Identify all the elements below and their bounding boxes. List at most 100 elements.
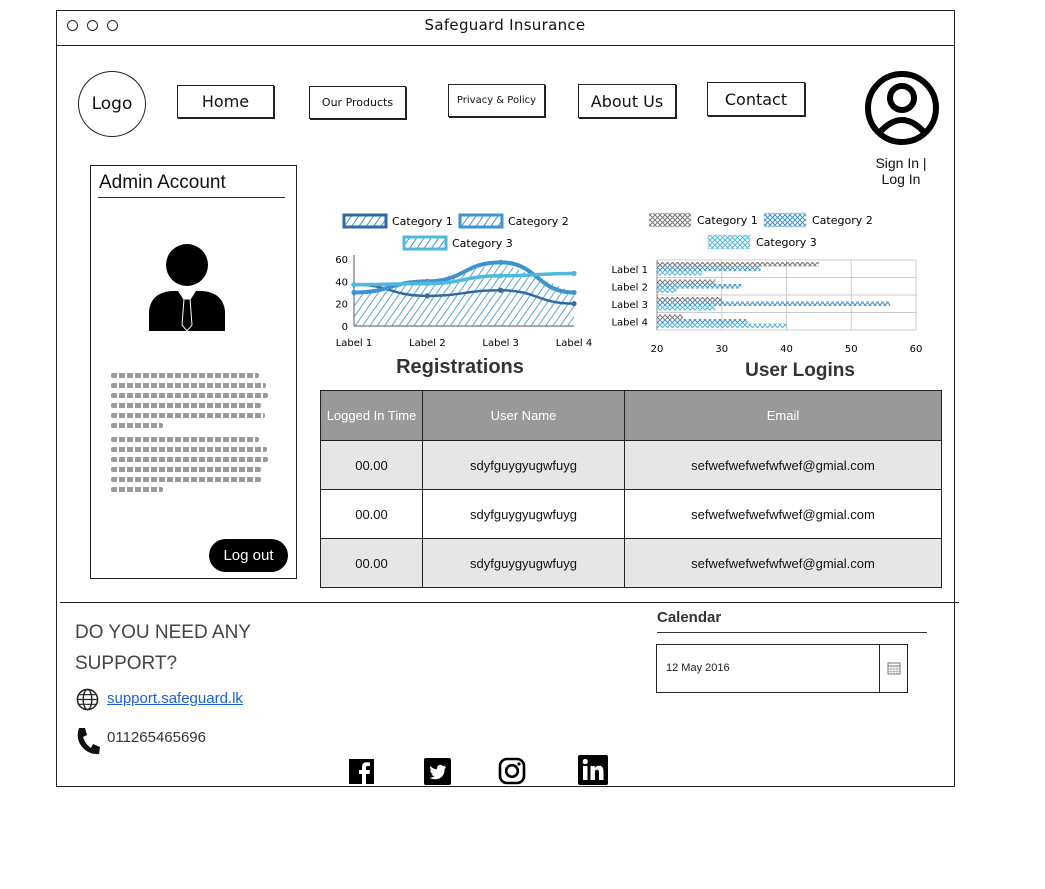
- table-cell: sefwefwefwefwfwef@gmial.com: [624, 440, 942, 490]
- window-dot-icon[interactable]: [67, 20, 78, 31]
- bar: [657, 288, 677, 293]
- registrations-chart: Category 1 Category 2 Category 3 0 20 40 60 Lab…: [335, 213, 593, 349]
- bar: [657, 301, 891, 306]
- legend-label: Category 1: [697, 214, 758, 227]
- legend-label: Category 1: [392, 215, 453, 228]
- table-header-row: Logged In Time User Name Email: [320, 390, 942, 441]
- calendar-icon[interactable]: [887, 661, 901, 675]
- table-cell: 00.00: [320, 440, 423, 490]
- nav-privacy-policy[interactable]: Privacy & Policy: [448, 84, 545, 117]
- divider: [657, 632, 927, 633]
- table-row[interactable]: 00.00 sdyfguygyugwfuyg sefwefwefwefwfwef…: [320, 440, 942, 490]
- logout-button[interactable]: Log out: [209, 539, 288, 572]
- legend-label: Category 2: [812, 214, 873, 227]
- data-point: [351, 289, 357, 296]
- window-dot-icon[interactable]: [107, 20, 118, 31]
- x-tick-label: 30: [715, 344, 728, 355]
- table-cell: sdyfguygyugwfuyg: [422, 440, 625, 490]
- data-point: [424, 280, 430, 287]
- support-website-link[interactable]: support.safeguard.lk: [107, 690, 243, 707]
- login-table: Logged In Time User Name Email 00.00 sdy…: [320, 390, 942, 588]
- legend-label: Category 3: [756, 236, 817, 249]
- legend-swatch: [402, 235, 448, 251]
- x-tick-label: Label 2: [409, 338, 446, 349]
- data-point: [351, 282, 357, 288]
- y-tick-label: 0: [342, 322, 348, 333]
- y-tick-label: 60: [335, 255, 348, 266]
- footer-divider: [60, 602, 959, 603]
- window-dot-icon[interactable]: [87, 20, 98, 31]
- divider: [98, 197, 285, 198]
- nav-our-products[interactable]: Our Products: [309, 86, 406, 119]
- y-tick-label: Label 1: [611, 265, 648, 276]
- legend-label: Category 2: [508, 215, 569, 228]
- legend-swatch: [458, 213, 504, 229]
- sign-in-link[interactable]: Sign In | Log In: [868, 155, 934, 187]
- admin-description: [111, 373, 271, 492]
- bar: [657, 319, 748, 324]
- legend-swatch: [763, 212, 807, 228]
- linkedin-icon[interactable]: [578, 755, 608, 785]
- registrations-title: Registrations: [396, 356, 524, 378]
- instagram-icon[interactable]: [498, 757, 526, 785]
- data-point: [571, 301, 577, 307]
- x-tick-label: 40: [780, 344, 793, 355]
- bar: [657, 306, 716, 311]
- legend-swatch: [648, 212, 692, 228]
- support-heading: DO YOU NEED ANY SUPPORT?: [75, 622, 251, 674]
- phone-icon: [77, 728, 100, 755]
- y-tick-label: 20: [335, 300, 348, 311]
- nav-about-us[interactable]: About Us: [578, 84, 676, 118]
- user-logins-title: User Logins: [745, 360, 855, 381]
- support-phone: 011265465696: [107, 729, 206, 746]
- bar: [657, 314, 683, 319]
- data-point: [424, 293, 430, 299]
- x-tick-label: Label 4: [556, 338, 593, 349]
- y-tick-label: 40: [335, 277, 348, 288]
- legend-swatch: [707, 234, 751, 250]
- admin-title: Admin Account: [99, 172, 226, 193]
- table-cell: sdyfguygyugwfuyg: [422, 489, 625, 539]
- y-tick-label: Label 3: [611, 300, 648, 311]
- calendar-title: Calendar: [657, 609, 722, 626]
- bar: [657, 284, 742, 289]
- data-point: [498, 273, 504, 279]
- legend-swatch: [342, 213, 388, 229]
- table-cell: sefwefwefwefwfwef@gmial.com: [624, 489, 942, 539]
- bar: [657, 271, 703, 276]
- table-row[interactable]: 00.00 sdyfguygyugwfuyg sefwefwefwefwfwef…: [320, 489, 942, 539]
- facebook-icon[interactable]: [349, 759, 374, 784]
- data-point: [571, 289, 577, 296]
- window-title: Safeguard Insurance: [424, 16, 586, 34]
- twitter-icon[interactable]: [424, 758, 451, 785]
- admin-avatar-icon: [149, 244, 225, 332]
- table-cell: 00.00: [320, 489, 423, 539]
- user-avatar-icon[interactable]: [864, 70, 940, 146]
- x-tick-label: 50: [845, 344, 858, 355]
- x-tick-label: Label 3: [482, 338, 519, 349]
- data-point: [498, 259, 504, 265]
- x-tick-label: 60: [910, 344, 923, 355]
- y-tick-label: Label 2: [611, 282, 648, 293]
- column-header[interactable]: Email: [624, 390, 942, 441]
- column-header[interactable]: User Name: [422, 390, 625, 441]
- column-header[interactable]: Logged In Time: [320, 390, 423, 441]
- legend-label: Category 3: [452, 237, 513, 250]
- table-cell: 00.00: [320, 538, 423, 588]
- logo[interactable]: Logo: [78, 71, 146, 137]
- data-point: [571, 270, 577, 277]
- divider: [879, 645, 880, 692]
- admin-panel: [90, 165, 297, 579]
- globe-icon: [76, 688, 99, 711]
- table-row[interactable]: 00.00 sdyfguygyugwfuyg sefwefwefwefwfwef…: [320, 538, 942, 588]
- bar: [657, 297, 722, 302]
- data-point: [498, 287, 504, 293]
- date-value: 12 May 2016: [666, 662, 730, 674]
- bar: [657, 266, 761, 271]
- nav-contact[interactable]: Contact: [707, 82, 805, 116]
- nav-home[interactable]: Home: [177, 85, 274, 118]
- user-logins-chart: Category 1 Category 2 Category 3 20 30 40 50 60…: [611, 212, 923, 355]
- table-cell: sdyfguygyugwfuyg: [422, 538, 625, 588]
- table-cell: sefwefwefwefwfwef@gmial.com: [624, 538, 942, 588]
- bar: [657, 279, 716, 284]
